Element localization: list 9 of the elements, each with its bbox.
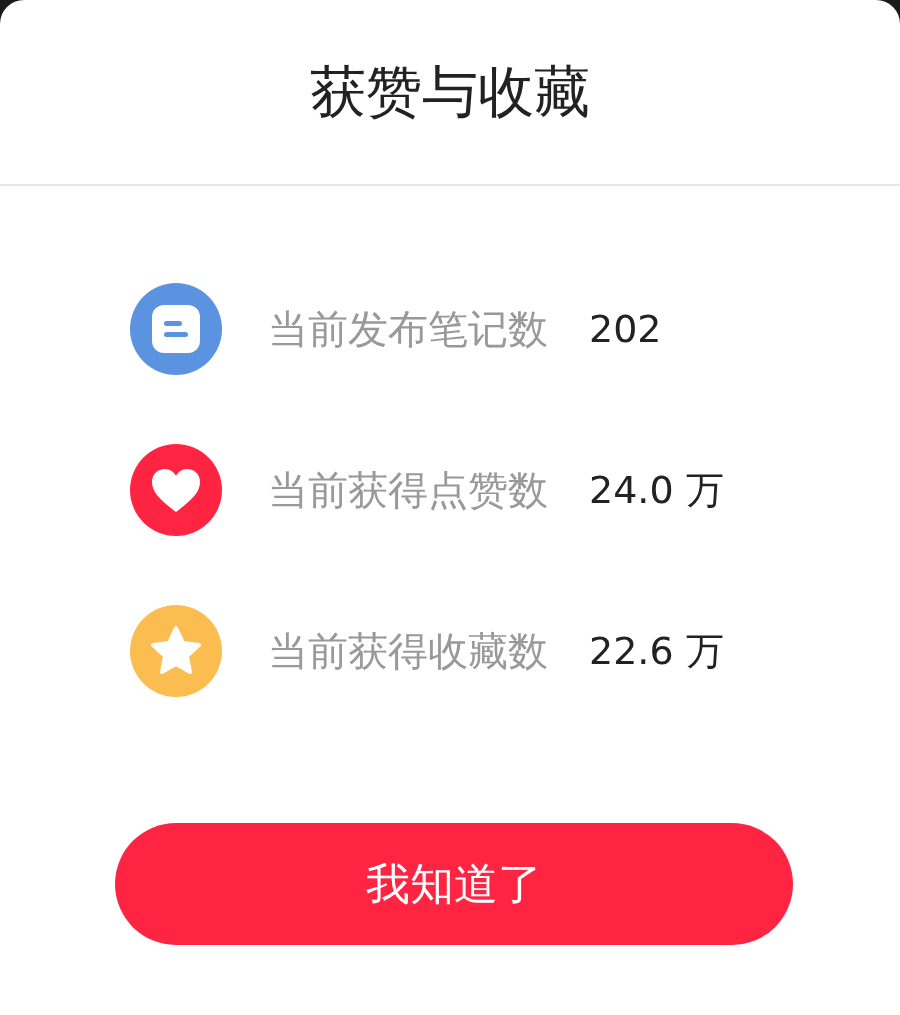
stat-value: 24.0 万 <box>589 471 724 509</box>
note-icon <box>130 283 222 375</box>
stat-label: 当前获得收藏数 <box>268 631 549 671</box>
stat-value: 202 <box>589 310 662 348</box>
confirm-button[interactable]: 我知道了 <box>115 823 793 945</box>
stat-value: 22.6 万 <box>589 632 724 670</box>
dialog-title: 获赞与收藏 <box>310 64 590 120</box>
stat-label: 当前发布笔记数 <box>268 309 549 349</box>
stat-label: 当前获得点赞数 <box>268 470 549 510</box>
